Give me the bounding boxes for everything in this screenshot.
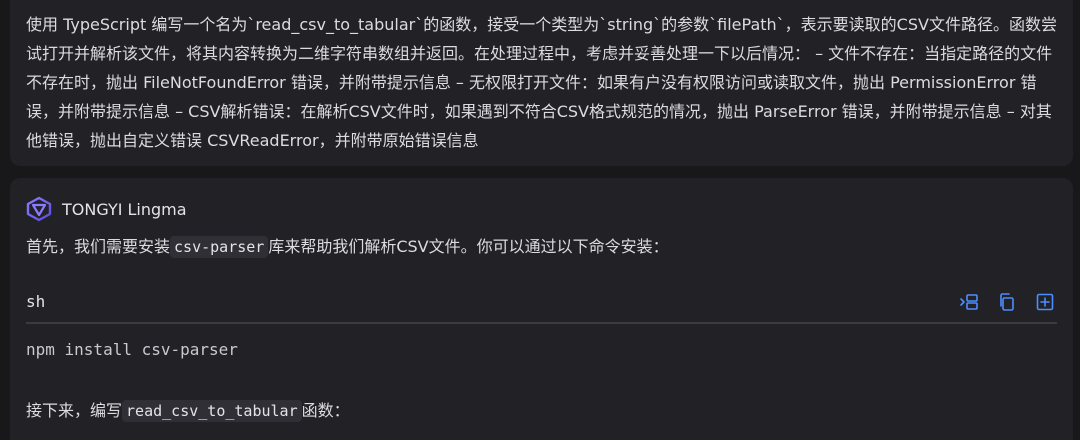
- assistant-header: TONGYI Lingma: [26, 196, 187, 222]
- intro-paragraph: 首先，我们需要安装 csv-parser 库来帮助我们解析CSV文件。你可以通过以下…: [26, 234, 669, 260]
- user-message-text: 使用 TypeScript 编写一个名为`read_csv_to_tabular…: [26, 15, 1057, 150]
- new-file-icon[interactable]: [1035, 292, 1055, 312]
- intro-text-after: 库来帮助我们解析CSV文件。你可以通过以下命令安装：: [268, 237, 669, 256]
- inline-code-package: csv-parser: [170, 236, 269, 258]
- code-toolbar: [959, 292, 1055, 312]
- copy-icon[interactable]: [997, 292, 1017, 312]
- user-message-bubble: 使用 TypeScript 编写一个名为`read_csv_to_tabular…: [10, 0, 1073, 166]
- code-content[interactable]: npm install csv-parser: [26, 340, 238, 359]
- next-paragraph: 接下来，编写 read_csv_to_tabular 函数：: [26, 398, 350, 424]
- assistant-name: TONGYI Lingma: [62, 199, 187, 219]
- assistant-response-card: TONGYI Lingma 首先，我们需要安装 csv-parser 库来帮助我们解…: [10, 178, 1073, 440]
- next-text-before: 接下来，编写: [26, 401, 123, 420]
- inline-code-function: read_csv_to_tabular: [122, 400, 302, 422]
- code-divider: [26, 322, 1057, 324]
- insert-icon[interactable]: [959, 292, 979, 312]
- code-block: sh npm install csv-parser: [26, 282, 1069, 372]
- code-language-label: sh: [26, 292, 46, 311]
- next-text-after: 函数：: [301, 401, 350, 420]
- tongyi-logo-icon: [26, 196, 52, 222]
- intro-text-before: 首先，我们需要安装: [26, 237, 171, 256]
